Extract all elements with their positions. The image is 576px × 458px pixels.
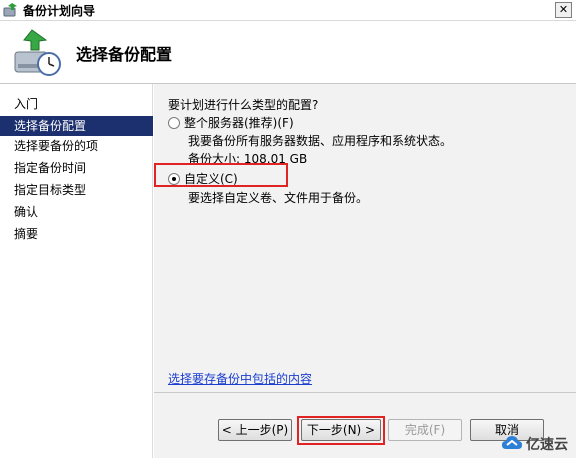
full-server-radio[interactable] <box>168 116 180 129</box>
sidebar-item-summary[interactable]: 摘要 <box>0 224 153 244</box>
config-question: 要计划进行什么类型的配置? <box>168 98 319 112</box>
back-button[interactable]: < 上一步(P) <box>218 419 292 441</box>
finish-button[interactable]: 完成(F) <box>388 419 462 441</box>
watermark-text: 亿速云 <box>526 437 568 453</box>
backup-schedule-icon <box>12 28 62 78</box>
footer-separator <box>154 392 576 393</box>
custom-description: 要选择自定义卷、文件用于备份。 <box>188 191 369 205</box>
help-link[interactable]: 选择要存备份中包括的内容 <box>168 370 312 387</box>
wizard-content: 要计划进行什么类型的配置? 整个服务器(推荐)(F) 我要备份所有服务器数据、应… <box>154 84 576 458</box>
cloud-logo-icon <box>501 435 523 453</box>
sidebar-item-destination-type[interactable]: 指定目标类型 <box>0 180 153 200</box>
backup-app-icon <box>3 2 19 18</box>
sidebar-item-confirm[interactable]: 确认 <box>0 202 153 222</box>
next-button-highlight <box>297 416 385 445</box>
window-titlebar: 备份计划向导 ✕ <box>0 0 576 21</box>
option-full-server[interactable]: 整个服务器(推荐)(F) <box>168 114 294 131</box>
wizard-steps-sidebar: 入门 选择备份配置 选择要备份的项 指定备份时间 指定目标类型 确认 摘要 <box>0 84 153 458</box>
sidebar-item-select-items[interactable]: 选择要备份的项 <box>0 136 153 156</box>
full-server-label[interactable]: 整个服务器(推荐)(F) <box>184 114 294 131</box>
wizard-header: 选择备份配置 <box>0 21 576 84</box>
watermark: 亿速云 <box>501 434 568 454</box>
full-server-description: 我要备份所有服务器数据、应用程序和系统状态。 <box>188 134 453 148</box>
window-title: 备份计划向导 <box>23 3 96 18</box>
sidebar-item-backup-time[interactable]: 指定备份时间 <box>0 158 153 178</box>
sidebar-item-getting-started[interactable]: 入门 <box>0 94 153 114</box>
page-title: 选择备份配置 <box>76 45 173 64</box>
window-close-button[interactable]: ✕ <box>555 2 572 18</box>
sidebar-item-backup-config[interactable]: 选择备份配置 <box>0 116 153 136</box>
custom-option-highlight <box>154 163 288 187</box>
